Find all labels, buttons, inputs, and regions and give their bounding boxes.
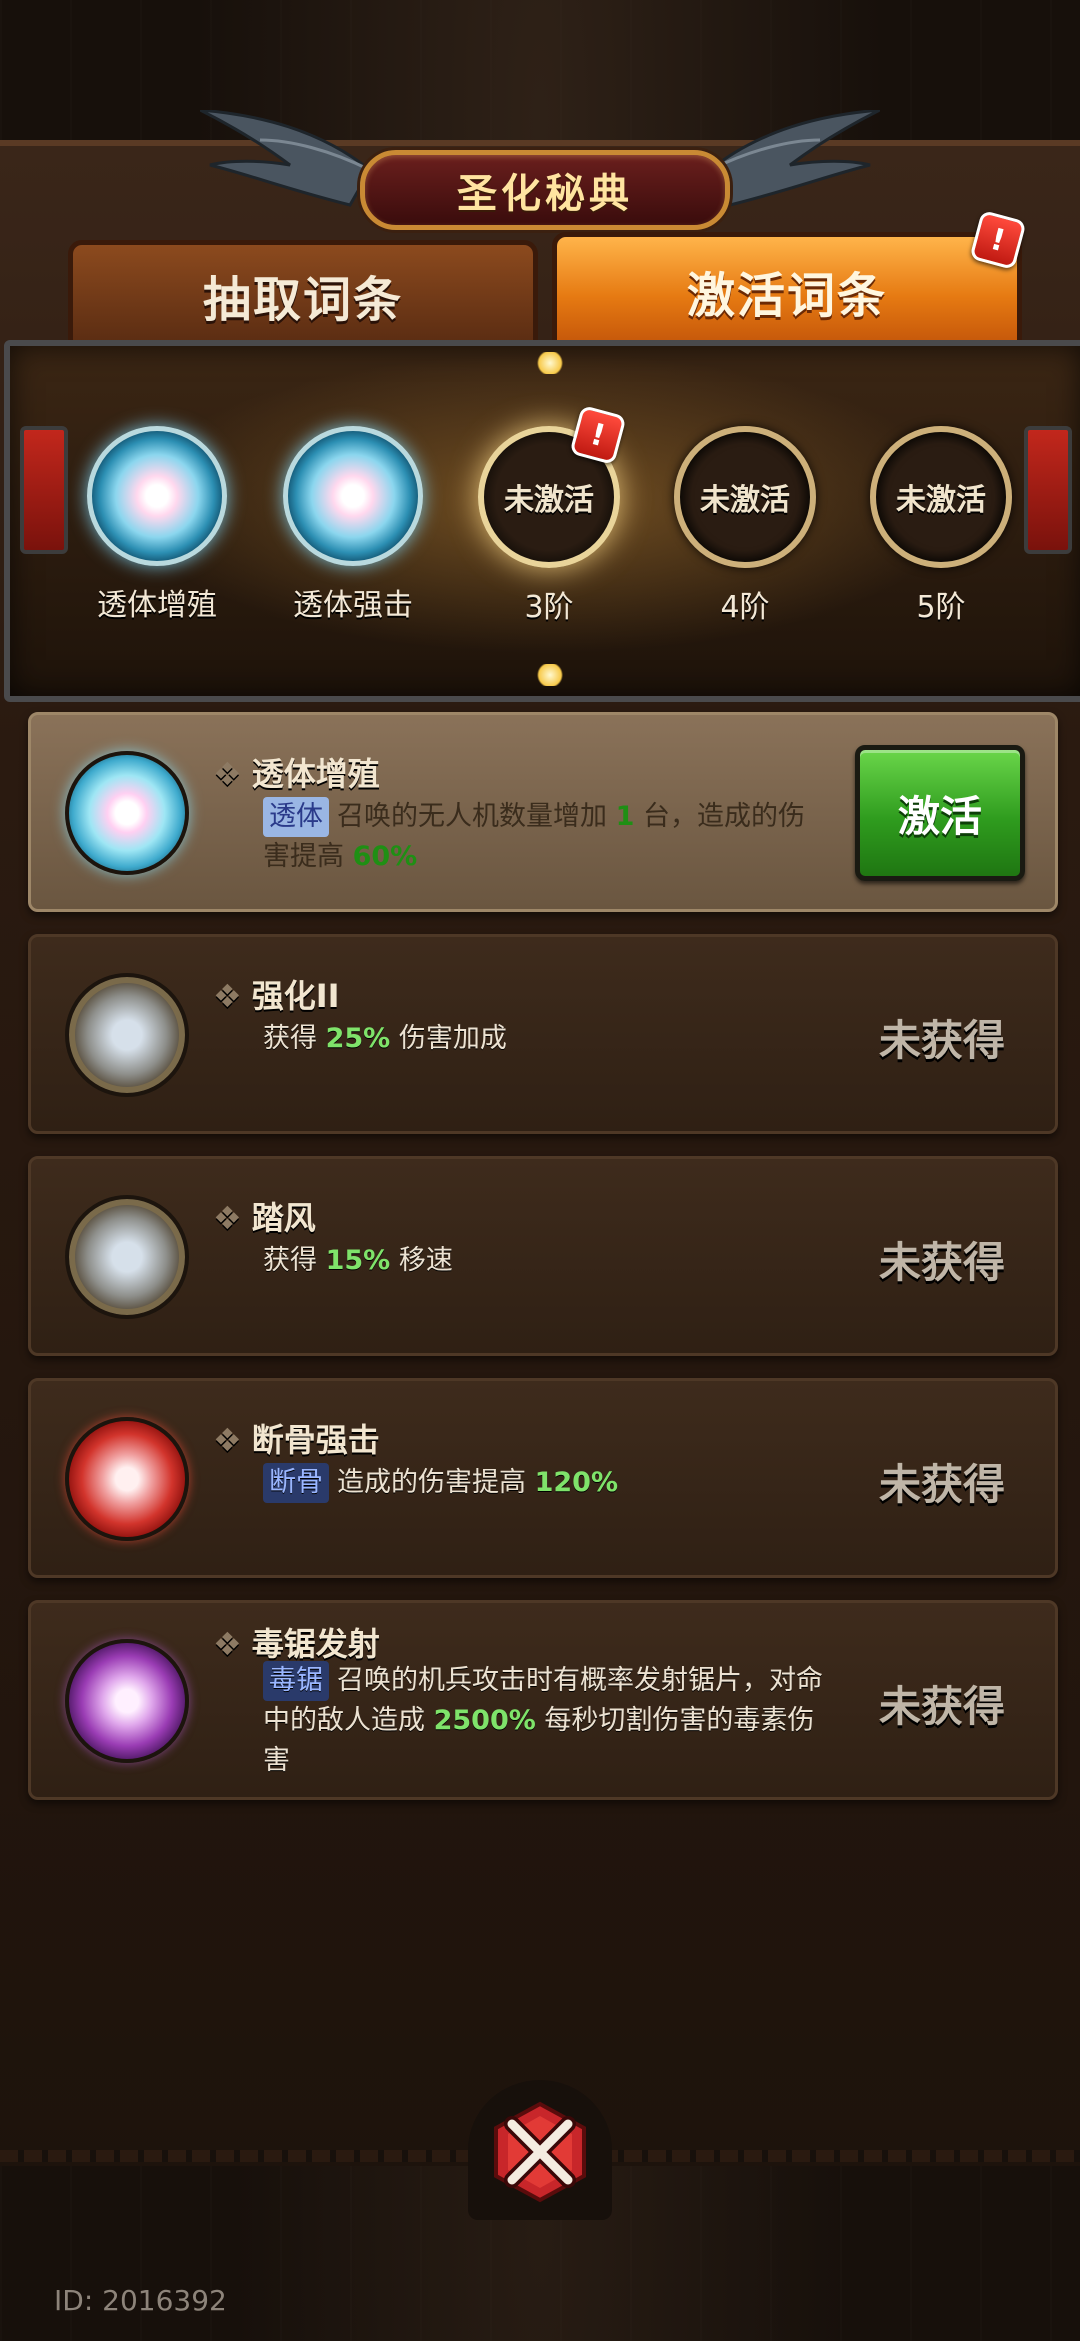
close-icon[interactable] (488, 2100, 592, 2204)
diamond-icon: ❖ (213, 1421, 242, 1459)
entry-title: 断骨强击 (251, 1421, 380, 1459)
tab-activate-entries[interactable]: 激活词条 (552, 232, 1022, 350)
entry-orb-icon (65, 1639, 189, 1763)
entry-status: 未获得 (878, 1682, 1005, 1731)
pointer-icon (535, 352, 565, 374)
stage-ring-icon: 未激活 (674, 426, 816, 568)
diamond-icon: ❖ (213, 977, 242, 1015)
stage-orb-icon (87, 426, 227, 566)
stage-2[interactable]: 透体强击 (278, 426, 428, 624)
page-title: 圣化秘典 (457, 171, 633, 217)
strip-ornament (1024, 426, 1072, 554)
diamond-icon: ❖ (213, 1625, 242, 1663)
entry-title: 强化II (251, 977, 340, 1015)
entry-orb-icon (65, 1195, 189, 1319)
wing-icon (200, 110, 370, 207)
stage-ring-text: 未激活 (504, 483, 594, 518)
title-plate: 圣化秘典 (360, 150, 730, 230)
entry-card[interactable]: ❖ 断骨强击 断骨 造成的伤害提高 120% 未获得 (28, 1378, 1058, 1578)
stage-label: 透体强击 (293, 588, 413, 623)
strip-ornament (20, 426, 68, 554)
entry-tag: 透体 (263, 797, 329, 837)
entry-description: 获得 25% 伤害加成 (263, 1023, 507, 1054)
entry-description: 断骨 造成的伤害提高 120% (263, 1463, 823, 1503)
close-button-frame (468, 2080, 612, 2220)
stage-label: 透体增殖 (97, 588, 217, 623)
stage-label: 5阶 (916, 590, 966, 625)
stage-label: 3阶 (524, 590, 574, 625)
stage-orb-icon (283, 426, 423, 566)
entry-status: 未获得 (878, 1238, 1005, 1287)
tab-label: 抽取词条 (202, 272, 403, 328)
entry-status: 未获得 (878, 1460, 1005, 1509)
entry-title: 透体增殖 (251, 755, 380, 793)
entry-orb-icon (65, 1417, 189, 1541)
diamond-icon: ❖ (213, 755, 242, 793)
entry-card[interactable]: ❖ 强化II 获得 25% 伤害加成 未获得 (28, 934, 1058, 1134)
diamond-icon: ❖ (213, 1199, 242, 1237)
player-id: ID: 2016392 (54, 2284, 227, 2317)
tab-draw-entries[interactable]: 抽取词条 (68, 240, 538, 350)
stage-1[interactable]: 透体增殖 (82, 426, 232, 624)
entry-card[interactable]: ❖ 透体增殖 透体 召唤的无人机数量增加 1 台，造成的伤害提高 60% 激活 (28, 712, 1058, 912)
entry-tag: 毒锯 (263, 1661, 329, 1701)
entry-title: 踏风 (251, 1199, 316, 1237)
stage-5[interactable]: 未激活 5阶 (866, 426, 1016, 626)
entry-description: 透体 召唤的无人机数量增加 1 台，造成的伤害提高 60% (263, 797, 823, 877)
entry-status: 未获得 (878, 1016, 1005, 1065)
entry-description: 毒锯 召唤的机兵攻击时有概率发射锯片，对命中的敌人造成 2500% 每秒切割伤害的… (263, 1661, 823, 1781)
entry-orb-icon (65, 751, 189, 875)
entry-orb-icon (65, 973, 189, 1097)
activate-button[interactable]: 激活 (855, 745, 1025, 881)
entry-description: 获得 15% 移速 (263, 1245, 453, 1276)
entry-card[interactable]: ❖ 毒锯发射 毒锯 召唤的机兵攻击时有概率发射锯片，对命中的敌人造成 2500% 每… (28, 1600, 1058, 1800)
pointer-icon (535, 664, 565, 686)
stage-label: 4阶 (720, 590, 770, 625)
title-banner: 圣化秘典 (0, 110, 1080, 230)
stage-4[interactable]: 未激活 4阶 (670, 426, 820, 626)
entry-tag: 断骨 (263, 1463, 329, 1503)
tab-label: 激活词条 (686, 268, 887, 324)
stage-ring-text: 未激活 (700, 483, 790, 518)
wing-icon (710, 110, 880, 207)
stage-strip: 透体增殖 透体强击 未激活 3阶 未激活 4阶 未激活 5阶 (4, 340, 1080, 702)
stage-ring-icon: 未激活 (870, 426, 1012, 568)
entry-card[interactable]: ❖ 踏风 获得 15% 移速 未获得 (28, 1156, 1058, 1356)
entry-title: 毒锯发射 (251, 1625, 380, 1663)
stage-ring-text: 未激活 (896, 483, 986, 518)
